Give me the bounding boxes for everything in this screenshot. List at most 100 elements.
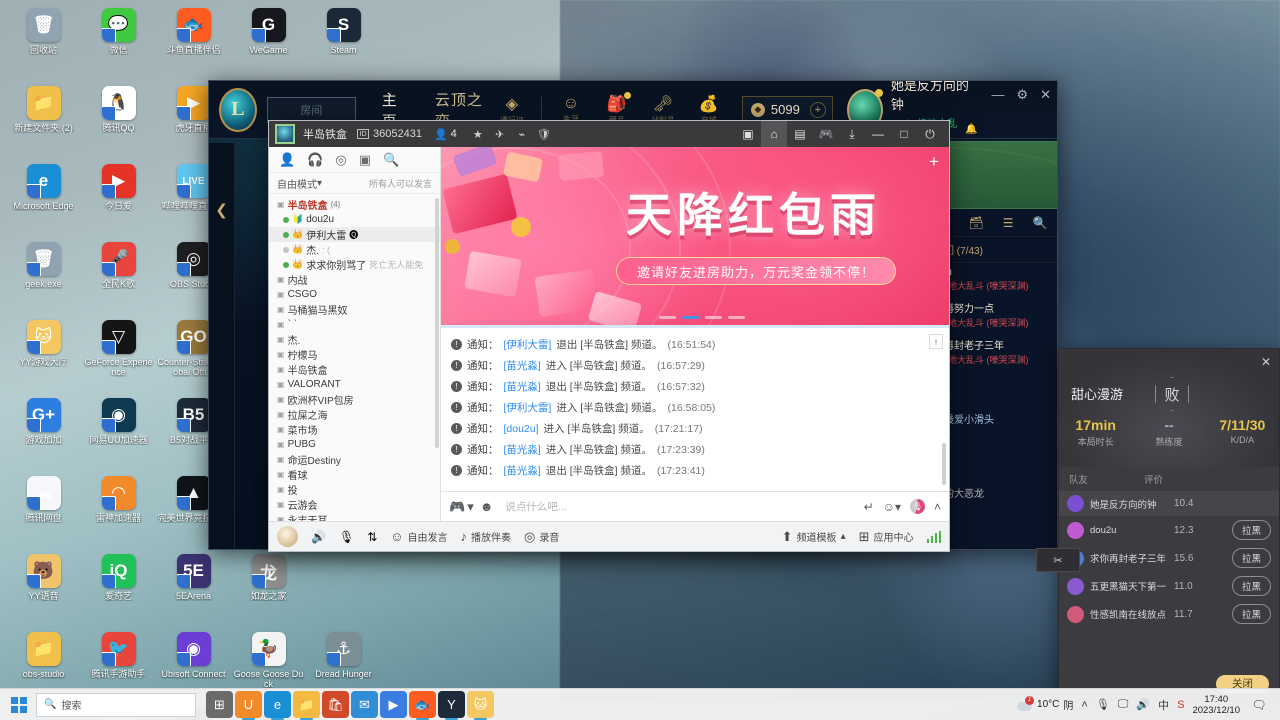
banner-dot[interactable] (659, 316, 676, 319)
mic-icon[interactable]: 🎙 (339, 530, 354, 544)
search-icon[interactable]: 🔍 (383, 152, 399, 168)
channel-item[interactable]: ▣ VALORANT (269, 377, 440, 392)
desktop-icon[interactable]: ◉ 网易UU加速器 (81, 394, 156, 472)
room-number-field[interactable]: 房间 (266, 96, 356, 123)
desktop-icon[interactable]: 🗑 回收站 (6, 4, 81, 82)
gamepad-icon[interactable]: 🎮 ▾ (449, 499, 474, 515)
chat-scrollbar[interactable] (942, 443, 946, 485)
channel-item[interactable]: ▣ 看球 (269, 467, 440, 482)
desktop-icon[interactable]: 📁 新建文件夹 (2) (6, 82, 81, 160)
screenshot-icon[interactable]: ✂ (1053, 554, 1062, 567)
location-icon[interactable]: ◎ (335, 152, 346, 168)
desktop-icon[interactable]: iQ 爱奇艺 (81, 550, 156, 628)
channel-item[interactable]: ▣ 拉屎之海 (269, 407, 440, 422)
desktop-icon[interactable]: 💬 微信 (81, 4, 156, 82)
collapse-chevron-icon[interactable]: ❮ (215, 201, 228, 549)
video-icon[interactable]: ▣ (735, 121, 761, 147)
maximize-icon[interactable]: □ (891, 121, 917, 147)
taskbar-app-yy-voice[interactable]: Y (438, 691, 465, 720)
ime-icon[interactable]: 中 (1158, 697, 1169, 713)
record-button[interactable]: ◎ 录音 (524, 529, 559, 545)
star-icon[interactable]: ★ (467, 124, 489, 144)
mixer-icon[interactable]: ⇅ (367, 530, 377, 544)
scroll-to-top-button[interactable]: ↑ (929, 334, 943, 349)
taskbar-app-file-explorer[interactable]: 📁 (293, 691, 320, 720)
block-button[interactable]: 拉黑 (1231, 520, 1271, 540)
channel-avatar[interactable] (275, 124, 295, 144)
desktop-icon[interactable]: e Microsoft Edge (6, 160, 81, 238)
taskbar-app-task-view[interactable]: ⊞ (206, 691, 233, 718)
close-icon[interactable]: ✕ (1040, 87, 1051, 103)
mic-icon[interactable]: 🎙 (909, 499, 925, 514)
banner-dot[interactable] (728, 316, 745, 319)
block-button[interactable]: 拉黑 (1231, 576, 1271, 596)
desktop-icon[interactable]: S Steam (306, 4, 381, 82)
channel-item[interactable]: ▣ 杰. (269, 332, 440, 347)
inbox-icon[interactable]: 🗃 (968, 216, 983, 230)
desktop-icon[interactable]: 龙如龙之家 (231, 550, 306, 628)
clock[interactable]: 17:40 2023/12/10 (1192, 694, 1240, 716)
start-button[interactable] (6, 692, 32, 718)
chevron-up-icon[interactable]: ˄ (934, 500, 941, 514)
channel-item[interactable]: ▣ 柠檬马 (269, 347, 440, 362)
desktop-icon[interactable]: 🐧 腾讯QQ (81, 82, 156, 160)
desktop-icon[interactable]: ☁ 腾讯网盘 (6, 472, 81, 550)
weather-widget[interactable]: 1 10°C 阴 (1017, 695, 1073, 712)
power-icon[interactable]: ⏻ (917, 121, 943, 147)
person-icon[interactable]: 👤 (279, 152, 295, 168)
channel-user[interactable]: 🔰 dou2u (269, 212, 440, 227)
desktop-icon[interactable]: 🎤 全民K歌 (81, 238, 156, 316)
channel-user[interactable]: 👑 伊利大雷 🅠 (269, 227, 440, 242)
channel-item[interactable]: ▣ 投 (269, 482, 440, 497)
taskbar-app-yy-game-hall[interactable]: 🐱 (467, 691, 494, 720)
channel-item[interactable]: ▣ ` ` (269, 317, 440, 332)
grid-icon[interactable]: ▤ (787, 121, 813, 147)
block-button[interactable]: 拉黑 (1231, 548, 1271, 568)
enter-icon[interactable]: ↵ (864, 500, 874, 514)
channel-item[interactable]: ▣永志无耳 (269, 512, 440, 521)
taskbar-app-video-player[interactable]: ▶ (380, 691, 407, 718)
plane-icon[interactable]: ✈ (489, 124, 511, 144)
chat-log[interactable]: ! 通知： [伊利大雷] 退出 [半岛铁盒] 频道。 (16:51:54)! 通知： [苗光… (441, 325, 949, 491)
monitor-icon[interactable]: 🖵 (1118, 698, 1129, 711)
gamepad-icon[interactable]: 🎮 (813, 121, 839, 147)
channel-item[interactable]: ▣ CSGO (269, 287, 440, 302)
sidebar-scrollbar[interactable] (435, 198, 439, 448)
notification-center-button[interactable]: 🗨 (1248, 694, 1270, 716)
desktop-icon[interactable]: 5E 5EArena (156, 550, 231, 628)
shield-icon[interactable]: 🛡 (533, 124, 555, 144)
speak-mode-selector[interactable]: 自由模式 ▾ 所有人可以发言 (269, 173, 440, 194)
channel-item[interactable]: ▣ 内战 (269, 272, 440, 287)
channel-tree[interactable]: ▣ 半岛铁盒 (4) 🔰 dou2u 👑 伊利大雷 🅠 👑 杰.: (👑 求求你别骂了 死亡无人能免 ▣… (269, 194, 440, 521)
volume-icon[interactable]: 🔊 (1136, 698, 1150, 711)
desktop-icon[interactable]: ▽ GeForce Experience (81, 316, 156, 394)
message-user[interactable]: [伊利大雷] (504, 337, 552, 352)
desktop-icon[interactable]: 🗑 geek.exe (6, 238, 81, 316)
taskbar-app-edge[interactable]: e (264, 691, 291, 720)
face-icon[interactable]: ☻ (480, 499, 494, 514)
channel-template-button[interactable]: ⬆ 频道模板 ▴ (782, 529, 846, 545)
desktop-icon[interactable]: ◠ 雷神加速器 (81, 472, 156, 550)
taskbar-app-douyu[interactable]: 🐟 (409, 691, 436, 720)
desktop-icon[interactable]: G WeGame (231, 4, 306, 82)
league-left-rail[interactable]: ❮ (209, 143, 235, 549)
banner-close-plus-icon[interactable]: + (925, 152, 943, 171)
block-button[interactable]: 拉黑 (1231, 604, 1271, 624)
self-avatar[interactable] (277, 526, 298, 547)
message-user[interactable]: [dou2u] (504, 423, 539, 435)
message-user[interactable]: [苗光淼] (504, 379, 541, 394)
message-icon[interactable]: ▣ (359, 152, 371, 168)
desktop-icon[interactable]: G+ 游戏加加 (6, 394, 81, 472)
sogou-icon[interactable]: S (1177, 699, 1184, 711)
taskbar-app-uc-browser[interactable]: U (235, 691, 262, 720)
play-music-button[interactable]: ♪ 播放伴奏 (461, 529, 512, 544)
banner-dot[interactable] (705, 316, 722, 319)
headset-icon[interactable]: 🎧 (307, 152, 323, 168)
speaker-icon[interactable]: 🔊 (311, 530, 326, 544)
close-icon[interactable]: ✕ (1261, 355, 1271, 369)
add-currency-button[interactable]: + (809, 101, 826, 118)
bell-icon[interactable]: 🔔 (965, 124, 977, 135)
app-center-button[interactable]: ⊞ 应用中心 (859, 529, 914, 545)
channel-item[interactable]: ▣ 云游会 (269, 497, 440, 512)
taskbar-search[interactable]: 🔍 搜索 (36, 692, 196, 717)
